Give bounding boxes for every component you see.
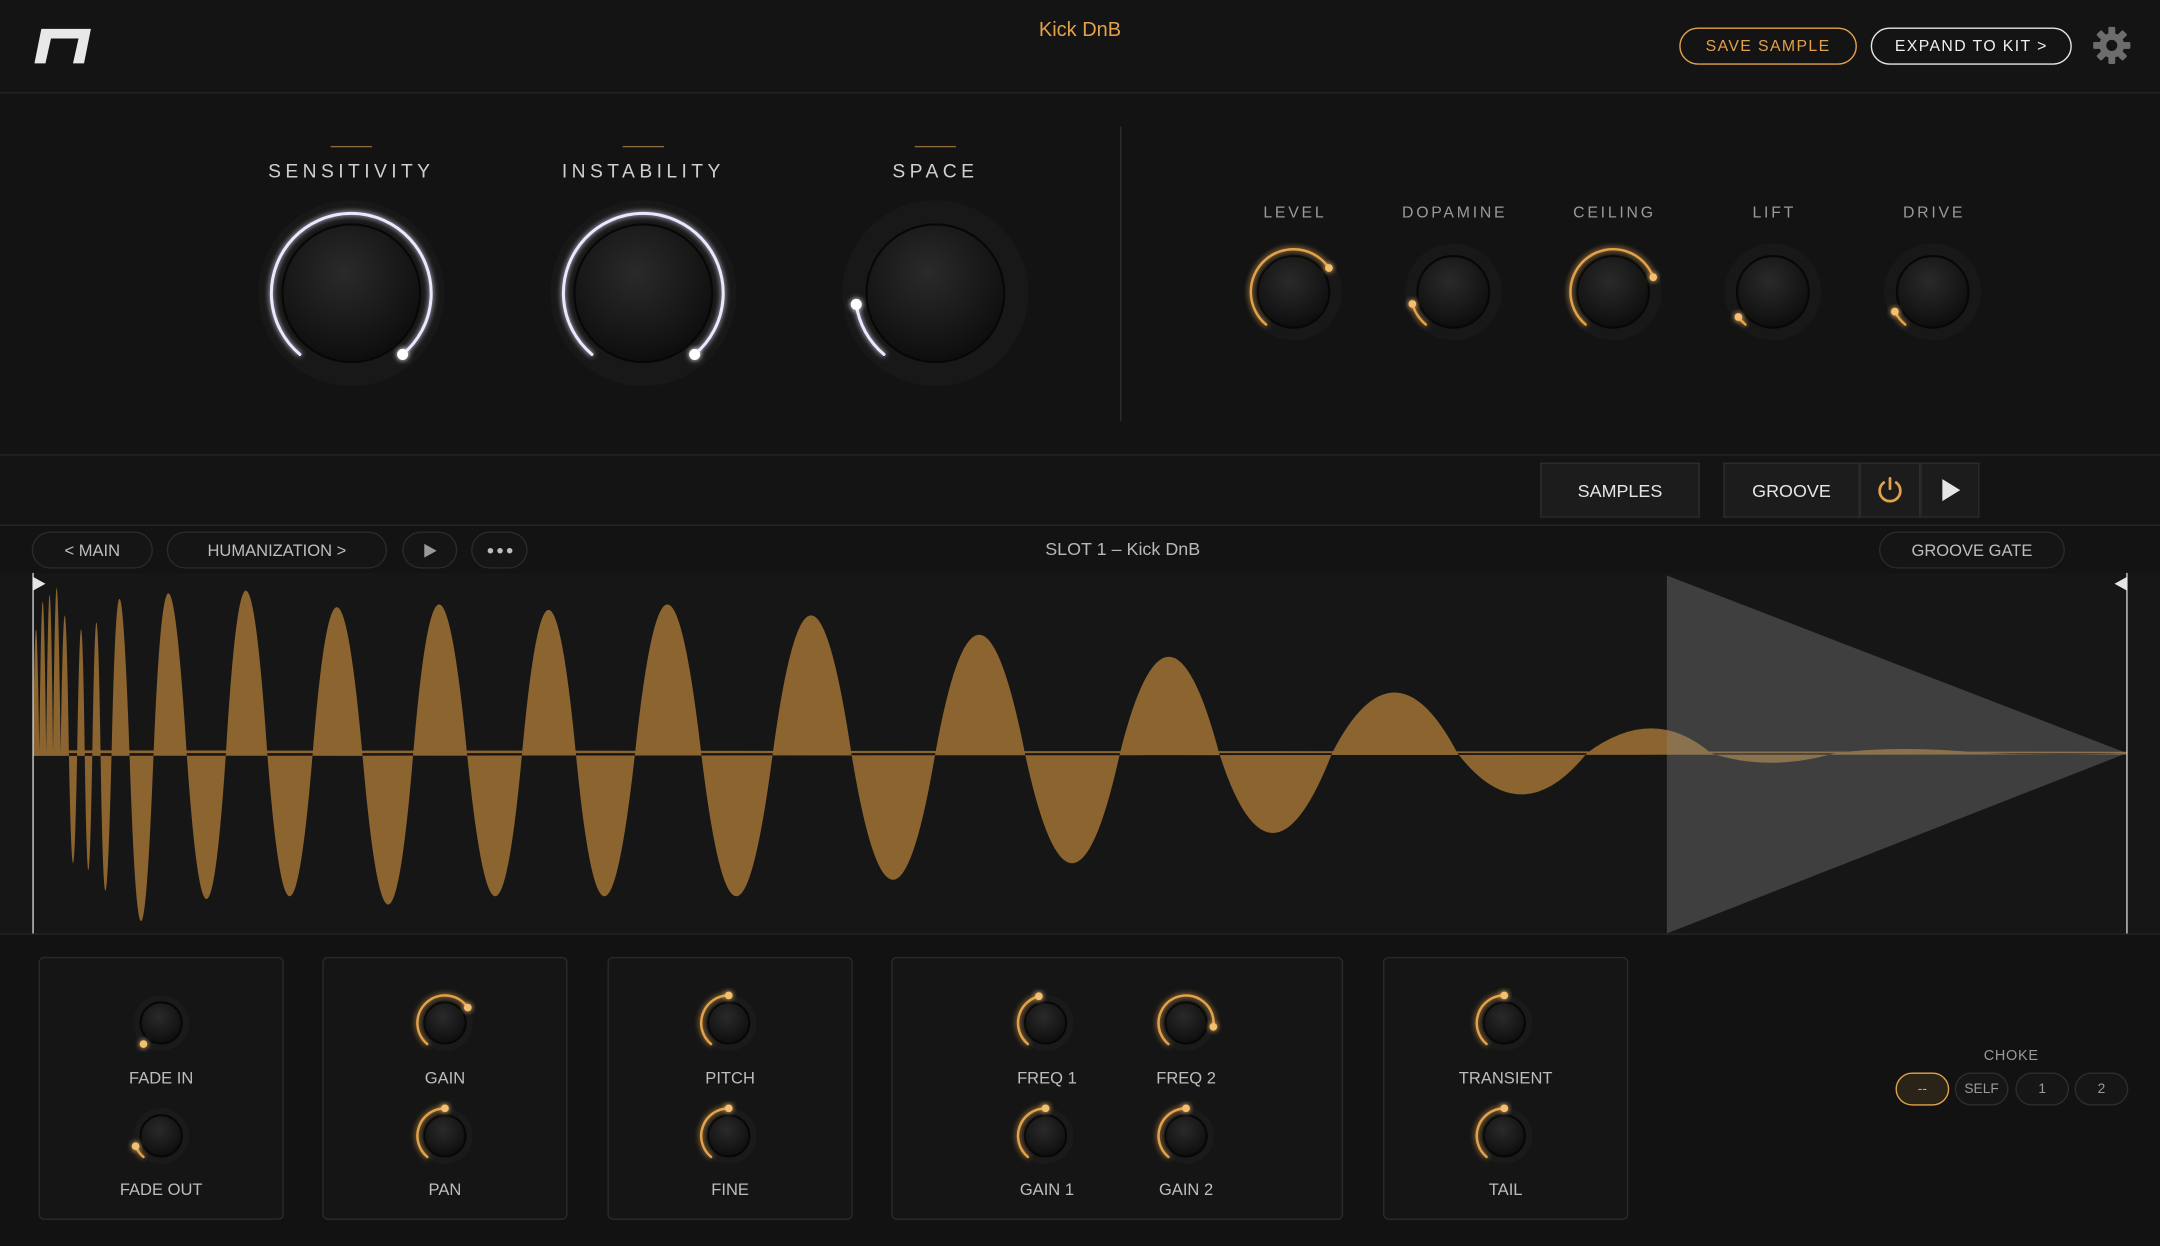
- slot-label: SLOT 1 – Kick DnB: [1045, 538, 1201, 559]
- dopamine-label: DOPAMINE: [1402, 205, 1508, 222]
- choke-option-2[interactable]: 2: [2074, 1072, 2129, 1106]
- choke-option-self[interactable]: SELF: [1954, 1072, 2009, 1106]
- pan-label: PAN: [428, 1179, 462, 1200]
- tail-label: TAIL: [1488, 1179, 1523, 1200]
- level-label: LEVEL: [1263, 205, 1327, 222]
- more-options-button[interactable]: [471, 531, 528, 569]
- expand-to-kit-button[interactable]: EXPAND TO KIT >: [1870, 27, 2072, 65]
- groove-tab[interactable]: GROOVE: [1723, 462, 1860, 518]
- macro-section: SENSITIVITY INSTABILITY SPACE LEVEL DOPA…: [0, 93, 2160, 456]
- main-nav-button[interactable]: < MAIN: [31, 531, 153, 569]
- brand-logo[interactable]: [30, 25, 93, 66]
- waveform-svg: [32, 572, 2128, 934]
- humanization-nav-button[interactable]: HUMANIZATION >: [166, 531, 388, 569]
- transport-row: SAMPLES GROOVE: [0, 455, 2160, 526]
- sample-play-button[interactable]: [402, 531, 458, 569]
- sensitivity-accent-line: [330, 145, 372, 148]
- fade-out-label: FADE OUT: [119, 1179, 203, 1200]
- drive-label: DRIVE: [1902, 205, 1966, 222]
- more-icon: [486, 547, 512, 553]
- gain-1-label: GAIN 1: [1019, 1179, 1075, 1200]
- space-label: SPACE: [892, 159, 979, 182]
- groove-power-button[interactable]: [1859, 462, 1921, 518]
- power-icon: [1878, 477, 1902, 503]
- freq-1-label: FREQ 1: [1017, 1068, 1077, 1088]
- space-accent-line: [914, 145, 957, 148]
- samples-tab[interactable]: SAMPLES: [1540, 462, 1700, 518]
- groove-play-button[interactable]: [1920, 462, 1980, 518]
- freq-2-label: FREQ 2: [1156, 1068, 1216, 1088]
- transient-label: TRANSIENT: [1458, 1068, 1553, 1088]
- groove-gate-button[interactable]: GROOVE GATE: [1878, 531, 2065, 569]
- end-marker-handle[interactable]: [2114, 576, 2127, 591]
- section-divider: [1119, 126, 1122, 422]
- play-icon: [424, 543, 437, 557]
- preset-title[interactable]: Kick DnB: [942, 19, 1218, 41]
- groove-gate-fade-region[interactable]: [1666, 575, 2127, 934]
- start-marker-handle[interactable]: [33, 576, 46, 591]
- play-icon: [1941, 479, 1960, 502]
- sample-toolbar: < MAIN HUMANIZATION > SLOT 1 – Kick DnB …: [0, 525, 2160, 573]
- instability-label: INSTABILITY: [561, 159, 725, 182]
- choke-option-1[interactable]: 1: [2015, 1072, 2070, 1106]
- lift-label: LIFT: [1752, 205, 1797, 222]
- sensitivity-label: SENSITIVITY: [268, 159, 435, 182]
- gain-2-label: GAIN 2: [1158, 1179, 1214, 1200]
- ceiling-label: CEILING: [1573, 205, 1656, 222]
- choke-option-none[interactable]: --: [1895, 1072, 1950, 1106]
- sample-controls: FADE IN FADE OUT GAIN PAN PITCH FINE FRE…: [0, 934, 2160, 1246]
- fade-in-label: FADE IN: [129, 1068, 194, 1088]
- fine-label: FINE: [711, 1179, 749, 1200]
- choke-label: CHOKE: [1983, 1047, 2039, 1065]
- save-sample-button[interactable]: SAVE SAMPLE: [1679, 27, 1857, 65]
- pitch-label: PITCH: [705, 1068, 755, 1088]
- waveform-display[interactable]: [0, 572, 2160, 935]
- gear-icon[interactable]: [2091, 25, 2132, 66]
- instability-accent-line: [622, 145, 664, 148]
- header-bar: Kick DnB SAVE SAMPLE EXPAND TO KIT >: [0, 0, 2160, 94]
- gain-label: GAIN: [424, 1068, 466, 1088]
